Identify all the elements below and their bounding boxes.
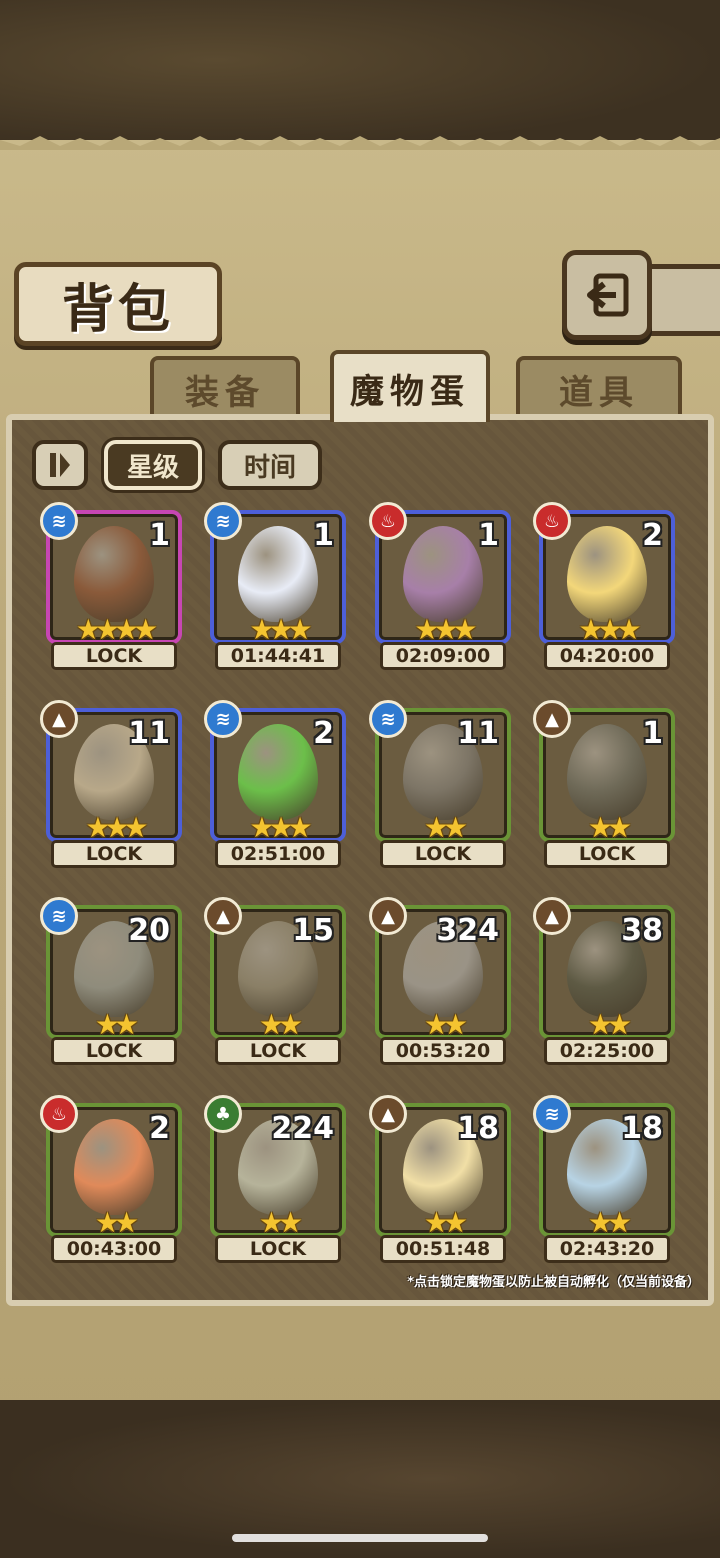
water-element-icon: ≋	[40, 897, 78, 935]
egg-count: 18	[621, 1111, 663, 1146]
sort-order-toggle[interactable]	[32, 440, 88, 490]
egg-count: 20	[128, 913, 170, 948]
egg-image	[567, 724, 647, 821]
egg-count: 15	[292, 913, 334, 948]
hatch-timer[interactable]: 00:43:00	[51, 1235, 177, 1263]
page-title-plate: 背包	[14, 262, 222, 346]
hatch-timer[interactable]: 00:53:20	[380, 1037, 506, 1065]
torn-edge-top	[0, 136, 720, 150]
egg-count: 1	[149, 518, 170, 553]
grass-element-icon: ♣	[204, 1095, 242, 1133]
hatch-timer[interactable]: 02:25:00	[544, 1037, 670, 1065]
earth-element-icon: ▲	[369, 897, 407, 935]
egg-count: 38	[621, 913, 663, 948]
sort-by-time-button[interactable]: 时间	[218, 440, 322, 490]
lock-tag[interactable]: LOCK	[215, 1235, 341, 1263]
hatch-timer[interactable]: 01:44:41	[215, 642, 341, 670]
hatch-timer[interactable]: 02:43:20	[544, 1235, 670, 1263]
tab-items[interactable]: 道具	[516, 356, 682, 418]
egg-count: 2	[642, 518, 663, 553]
egg-image	[74, 1119, 154, 1216]
earth-element-icon: ▲	[40, 700, 78, 738]
water-element-icon: ≋	[204, 502, 242, 540]
map-background-top	[0, 0, 720, 150]
sort-by-stars-button[interactable]: 星级	[104, 440, 202, 490]
egg-count: 2	[313, 716, 334, 751]
lock-tag[interactable]: LOCK	[51, 642, 177, 670]
back-button[interactable]	[562, 250, 652, 340]
lock-tag[interactable]: LOCK	[51, 840, 177, 868]
water-element-icon: ≋	[369, 700, 407, 738]
earth-element-icon: ▲	[204, 897, 242, 935]
lock-tag[interactable]: LOCK	[544, 840, 670, 868]
water-element-icon: ≋	[533, 1095, 571, 1133]
hatch-timer[interactable]: 00:51:48	[380, 1235, 506, 1263]
earth-element-icon: ▲	[369, 1095, 407, 1133]
hatch-timer[interactable]: 02:09:00	[380, 642, 506, 670]
fire-element-icon: ♨	[40, 1095, 78, 1133]
egg-image	[74, 526, 154, 623]
tab-equipment[interactable]: 装备	[150, 356, 300, 418]
egg-image	[403, 526, 483, 623]
water-element-icon: ≋	[204, 700, 242, 738]
hatch-timer[interactable]: 04:20:00	[544, 642, 670, 670]
egg-count: 324	[436, 913, 499, 948]
water-element-icon: ≋	[40, 502, 78, 540]
fire-element-icon: ♨	[369, 502, 407, 540]
fire-element-icon: ♨	[533, 502, 571, 540]
egg-image	[567, 526, 647, 623]
egg-count: 11	[128, 716, 170, 751]
back-button-rail	[640, 264, 720, 336]
home-indicator[interactable]	[232, 1534, 488, 1542]
earth-element-icon: ▲	[533, 700, 571, 738]
lock-tag[interactable]: LOCK	[380, 840, 506, 868]
egg-count: 18	[457, 1111, 499, 1146]
page-title: 背包	[61, 278, 174, 340]
hatch-timer[interactable]: 02:51:00	[215, 840, 341, 868]
egg-image	[238, 724, 318, 821]
egg-count: 1	[313, 518, 334, 553]
tab-monster-eggs[interactable]: 魔物蛋	[330, 350, 490, 422]
back-arrow-icon	[587, 273, 629, 317]
egg-count: 224	[271, 1111, 334, 1146]
sort-toggle-icon	[50, 453, 70, 477]
egg-image	[238, 526, 318, 623]
lock-hint-note: *点击锁定魔物蛋以防止被自动孵化（仅当前设备）	[407, 1275, 700, 1290]
egg-count: 11	[457, 716, 499, 751]
egg-count: 1	[642, 716, 663, 751]
lock-tag[interactable]: LOCK	[215, 1037, 341, 1065]
egg-count: 2	[149, 1111, 170, 1146]
earth-element-icon: ▲	[533, 897, 571, 935]
egg-count: 1	[478, 518, 499, 553]
lock-tag[interactable]: LOCK	[51, 1037, 177, 1065]
